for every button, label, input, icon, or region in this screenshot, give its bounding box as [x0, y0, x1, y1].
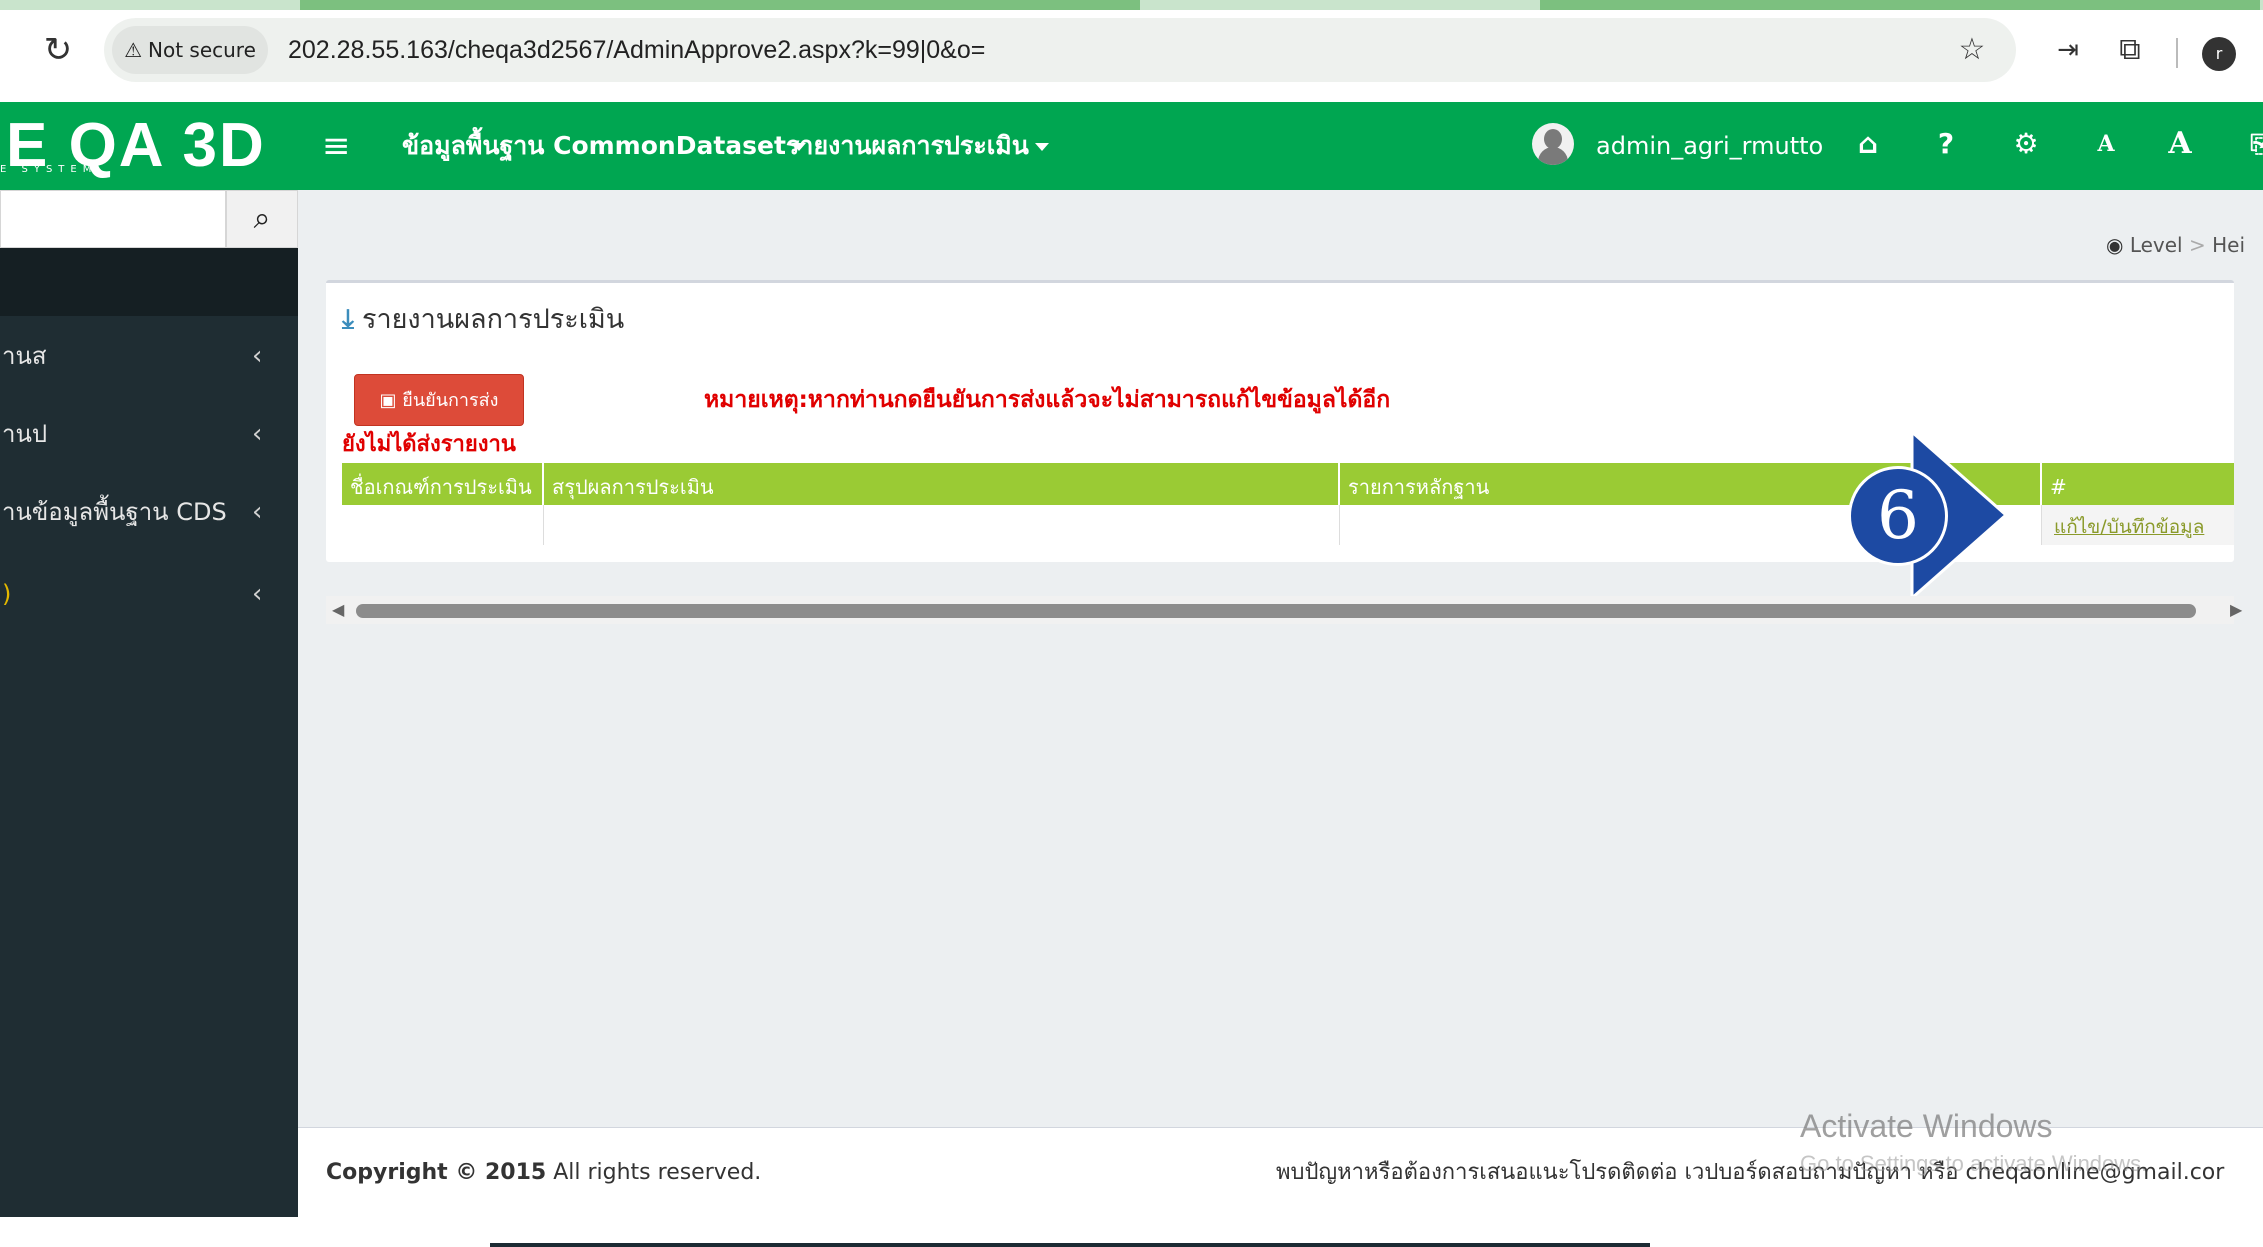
font-decrease-button[interactable]: A	[2086, 124, 2126, 164]
warning-note: หมายเหตุ:หากท่านกดยืนยันการส่งแล้วจะไม่ส…	[704, 387, 1391, 413]
box-title-text: รายงานผลการประเมิน	[361, 304, 625, 335]
toolbar-divider	[2176, 38, 2178, 68]
logout-icon[interactable]: ⎘	[2240, 124, 2263, 164]
copyright-bold: Copyright © 2015	[326, 1160, 547, 1185]
sidebar-item-label: านข้อมูลพื้นฐาน CDS	[2, 498, 227, 526]
warning-icon: ⚠	[124, 38, 143, 62]
search-icon[interactable]: ⌕	[226, 190, 298, 248]
font-increase-button[interactable]: A	[2160, 124, 2200, 164]
user-avatar[interactable]	[1532, 123, 1574, 165]
breadcrumb-separator: >	[2188, 233, 2206, 257]
sidebar-item-label: )	[2, 580, 12, 608]
bookmark-star-icon[interactable]: ☆	[1952, 30, 1992, 70]
menu-toggle-icon[interactable]: ≡	[322, 126, 351, 166]
column-header-action: #	[2050, 475, 2067, 499]
column-header-summary: สรุปผลการประเมิน	[544, 463, 1340, 505]
help-icon[interactable]: ?	[1926, 124, 1966, 164]
home-icon[interactable]: ⌂	[1848, 124, 1888, 164]
chevron-left-icon: ‹	[252, 579, 263, 609]
scroll-right-arrow-icon[interactable]: ▶	[2230, 600, 2242, 619]
install-app-icon[interactable]: ⇥	[2048, 30, 2088, 70]
save-icon: ▣	[379, 390, 397, 411]
profile-avatar-icon[interactable]: r	[2202, 37, 2236, 71]
status-text: ยังไม่ได้ส่งรายงาน	[342, 432, 516, 457]
browser-tab-strip	[0, 0, 2263, 10]
sidebar-item-4[interactable]: ) ‹	[0, 562, 298, 626]
caret-down-icon	[1034, 143, 1049, 151]
dashboard-icon: ◉	[2106, 233, 2124, 257]
sidebar-item-1[interactable]: านส ‹	[0, 324, 298, 388]
url-text[interactable]: 202.28.55.163/cheqa3d2567/AdminApprove2.…	[288, 32, 985, 68]
sidebar-header	[0, 248, 298, 316]
browser-tab[interactable]	[300, 0, 1140, 10]
nav-assessment-report[interactable]: รายงานผลการประเมิน	[786, 130, 1049, 162]
activate-windows-watermark: Activate Windows	[1800, 1108, 2053, 1144]
download-icon: ⤓	[342, 304, 354, 335]
username[interactable]: admin_agri_rmutto	[1596, 130, 1823, 162]
column-header-criterion: ชื่อเกณฑ์การประเมิน	[342, 463, 544, 505]
callout-number-badge: 6	[1848, 466, 1948, 566]
chevron-left-icon: ‹	[252, 419, 263, 449]
copyright-rest: All rights reserved.	[546, 1160, 762, 1185]
sidebar-item-2[interactable]: านป ‹	[0, 402, 298, 466]
confirm-submit-label: ยืนยันการส่ง	[402, 390, 499, 411]
taskbar-edge	[490, 1243, 1650, 1247]
chevron-left-icon: ‹	[252, 341, 263, 371]
edit-save-link[interactable]: แก้ไข/บันทึกข้อมูล	[2054, 512, 2204, 542]
cell-criterion	[342, 505, 544, 545]
sidebar-search-input[interactable]	[0, 190, 226, 248]
cell-summary	[544, 505, 1340, 545]
activate-windows-subtext: Go to Settings to activate Windows.	[1800, 1151, 2148, 1176]
reload-icon[interactable]: ↻	[40, 32, 76, 68]
chevron-left-icon: ‹	[252, 497, 263, 527]
sidebar-item-cds[interactable]: านข้อมูลพื้นฐาน CDS ‹	[0, 480, 298, 544]
security-label: Not secure	[148, 38, 256, 62]
settings-gears-icon[interactable]: ⚙	[2006, 124, 2046, 164]
security-chip[interactable]: ⚠ Not secure	[112, 26, 268, 74]
breadcrumb: ◉ Level > Hei	[2106, 231, 2245, 259]
copyright-text: Copyright © 2015 All rights reserved.	[326, 1158, 761, 1188]
sidebar-item-label: านป	[2, 420, 48, 448]
sidebar-item-label: านส	[2, 342, 47, 370]
nav-assessment-report-label: รายงานผลการประเมิน	[786, 131, 1029, 160]
breadcrumb-level[interactable]: Level	[2130, 233, 2183, 257]
extensions-icon[interactable]: ⧉	[2110, 30, 2150, 70]
confirm-submit-button[interactable]: ▣ ยืนยันการส่ง	[354, 374, 524, 426]
nav-common-dataset-label: ข้อมูลพื้นฐาน CommonDataset	[402, 131, 786, 160]
browser-tab[interactable]	[1540, 0, 2260, 10]
app-logo[interactable]: E QA 3D E SYSTEM	[0, 102, 298, 190]
box-title: ⤓ รายงานผลการประเมิน	[342, 302, 624, 338]
nav-common-dataset[interactable]: ข้อมูลพื้นฐาน CommonDataset	[402, 130, 806, 162]
logo-subtext: E SYSTEM	[0, 164, 98, 175]
scrollbar-thumb[interactable]	[356, 604, 2196, 618]
breadcrumb-next[interactable]: Hei	[2212, 233, 2245, 257]
scroll-left-arrow-icon[interactable]: ◀	[332, 600, 344, 619]
